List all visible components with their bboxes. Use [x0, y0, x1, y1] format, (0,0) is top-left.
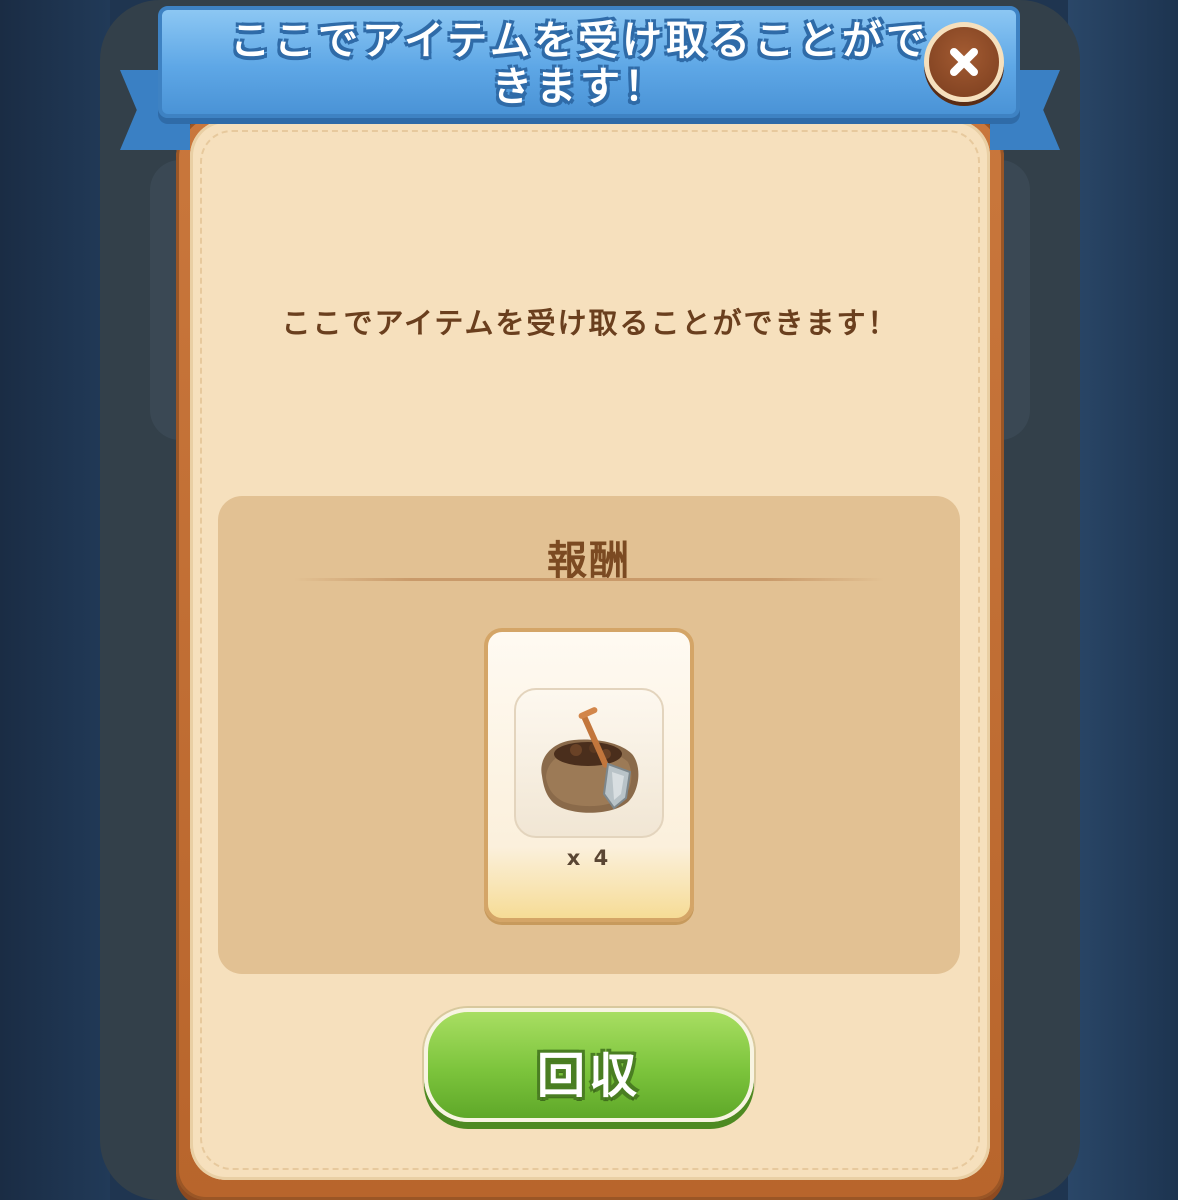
collect-button-label[interactable]: 回収 [424, 1036, 754, 1106]
reward-item-quantity: x 4 [566, 846, 612, 870]
background-right [1068, 0, 1178, 1200]
close-button[interactable] [924, 22, 1004, 102]
dialog-message: ここでアイテムを受け取ることができます！ [281, 306, 899, 340]
dirt-sack-shovel-icon [541, 707, 639, 813]
close-icon [950, 48, 978, 76]
background-left [0, 0, 110, 1200]
reward-item-icon-box [514, 688, 664, 838]
reward-divider [294, 578, 884, 581]
dialog-title: ここでアイテムを受け取ることができます！ [230, 18, 930, 110]
